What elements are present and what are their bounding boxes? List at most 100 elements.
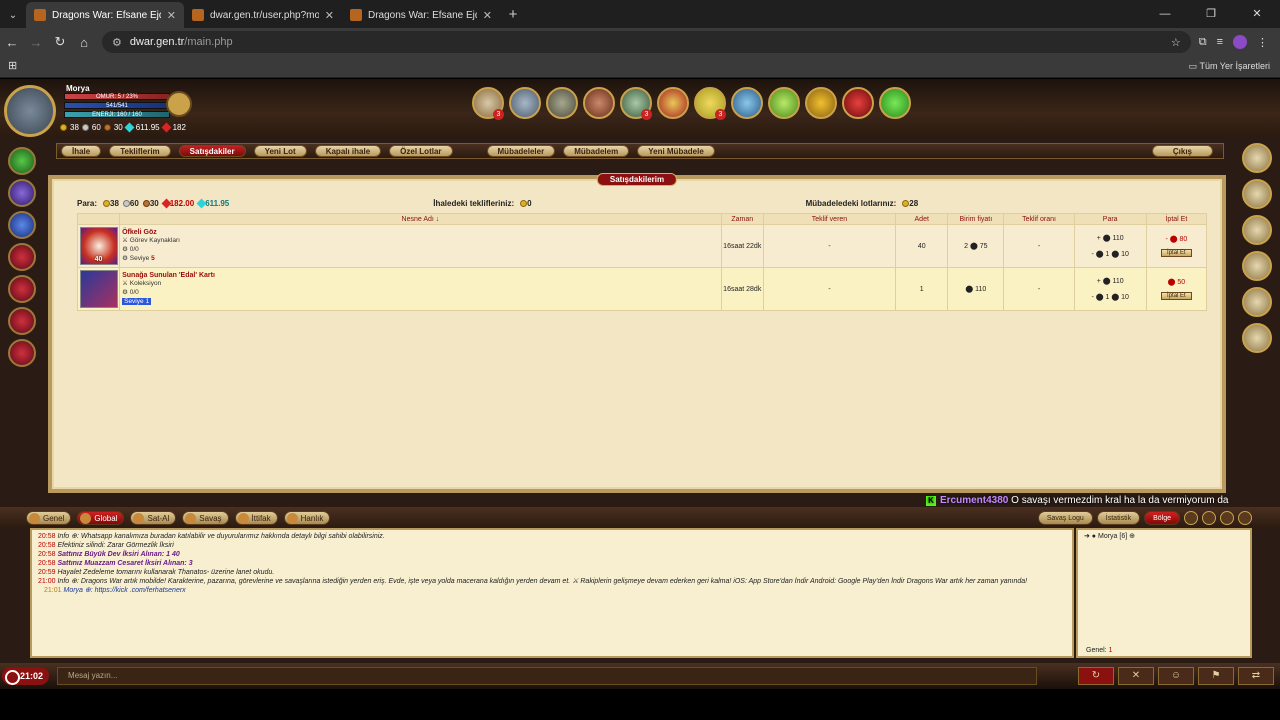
chat-tab-global[interactable]: Global xyxy=(77,511,125,525)
chat-time: 21:00 xyxy=(38,578,56,585)
castle-icon[interactable] xyxy=(509,87,541,119)
chat-tab-genel[interactable]: Genel xyxy=(26,511,72,525)
smile-icon[interactable] xyxy=(1202,511,1216,525)
warrior-icon[interactable]: 3 xyxy=(620,87,652,120)
help-icon[interactable] xyxy=(879,87,911,119)
apps-grid-icon[interactable]: ⊞ xyxy=(8,59,17,72)
side-menu-icon[interactable] xyxy=(1242,287,1272,317)
group-icon[interactable]: ⚑ xyxy=(1198,667,1234,685)
scroll-icon[interactable]: 3 xyxy=(472,87,504,120)
tab-mubadeleler[interactable]: Mübadeleler xyxy=(486,145,556,157)
tab-search-icon[interactable]: ⌄ xyxy=(0,2,26,28)
item-name[interactable]: Sunağa Sunulan 'Edal' Kartı xyxy=(122,272,721,279)
bookmark-star-icon[interactable]: ☆ xyxy=(1171,36,1181,49)
market-icon[interactable] xyxy=(731,87,763,119)
tab-tekliflerim[interactable]: Tekliflerim xyxy=(109,145,171,157)
dragon-favicon-icon xyxy=(192,9,204,21)
potion-slot-icon[interactable] xyxy=(8,179,36,207)
tab-mubadelem[interactable]: Mübadelem xyxy=(563,145,630,157)
side-menu-icon[interactable] xyxy=(1242,251,1272,281)
column-header: Teklif veren xyxy=(762,213,897,225)
tab-kapali-ihale[interactable]: Kapalı ihale xyxy=(314,145,382,157)
region-button[interactable]: Bölge xyxy=(1144,511,1180,525)
menu-icon[interactable]: ⋮ xyxy=(1257,36,1268,49)
back-icon[interactable]: ← xyxy=(0,35,24,50)
chat-message-input[interactable]: Mesaj yazın... xyxy=(57,667,1038,685)
settings-icon[interactable] xyxy=(1220,511,1234,525)
money-cell: + ⬤ 110 - ⬤ 1 ⬤ 10 xyxy=(1073,224,1147,268)
chat-time: 20:59 xyxy=(38,569,56,576)
player-avatar[interactable] xyxy=(4,85,56,137)
clan-icon[interactable] xyxy=(842,87,874,119)
chat-time: 20:58 xyxy=(38,533,56,540)
treasure-icon[interactable]: 3 xyxy=(694,87,726,120)
profile-avatar[interactable] xyxy=(1233,35,1247,49)
browser-tab-2[interactable]: dwar.gen.tr/user.php?mode=p ✕ xyxy=(184,2,342,28)
chat-text: Sattınız Büyük Dev İksiri Alınan: 1 40 xyxy=(57,551,180,558)
close-icon[interactable]: ✕ xyxy=(483,9,492,22)
statistics-button[interactable]: İstatistik xyxy=(1096,511,1141,525)
tab-ihale[interactable]: İhale xyxy=(61,145,102,157)
pause-icon[interactable] xyxy=(1184,511,1198,525)
potion-slot-icon[interactable] xyxy=(8,211,36,239)
url-field[interactable]: ⚙ dwar.gen.tr/main.php ☆ xyxy=(102,31,1191,53)
chat-tab-savas[interactable]: Savaş xyxy=(182,511,229,525)
potion-slot-icon[interactable] xyxy=(8,307,36,335)
tab-yeni-lot[interactable]: Yeni Lot xyxy=(253,145,307,157)
exit-button[interactable]: Çıkış xyxy=(1151,145,1213,157)
tab-ozel-lotlar[interactable]: Özel Lotlar xyxy=(389,145,453,157)
battle-log-button[interactable]: Savaş Logu xyxy=(1037,511,1093,525)
chat-tab-hanlik[interactable]: Hanlık xyxy=(283,511,331,525)
battle-icon[interactable] xyxy=(657,87,689,119)
item-name[interactable]: Öfkeli Göz xyxy=(122,229,721,236)
item-level-label: Seviye xyxy=(129,255,150,262)
knight-icon[interactable] xyxy=(546,87,578,119)
side-menu-icon[interactable] xyxy=(1242,215,1272,245)
browser-tab-3[interactable]: Dragons War: Efsane Ejderhalar ✕ xyxy=(342,2,500,28)
refresh-icon[interactable]: ↻ xyxy=(1078,667,1114,685)
new-tab-icon[interactable]: + xyxy=(500,2,526,28)
home-icon[interactable]: ⌂ xyxy=(72,35,96,50)
game-area: Morya OMUR: 5 / 23% 541/541 ENERJI: 160 … xyxy=(0,79,1280,720)
item-thumbnail[interactable]: 40 xyxy=(79,227,118,265)
potion-slot-icon[interactable] xyxy=(8,147,36,175)
forward-icon[interactable]: → xyxy=(24,35,48,50)
item-thumbnail[interactable] xyxy=(79,270,118,308)
browser-tab-1[interactable]: Dragons War: Efsane Ejderhalar ✕ xyxy=(26,2,184,28)
level-badge-icon[interactable] xyxy=(166,91,192,117)
swap-icon[interactable]: ⇄ xyxy=(1238,667,1274,685)
side-menu-icon[interactable] xyxy=(1242,143,1272,173)
window-close-icon[interactable]: ✕ xyxy=(1234,0,1280,28)
all-bookmarks[interactable]: ▭ Tüm Yer İşaretleri xyxy=(1189,61,1270,72)
emote-icon[interactable]: ☺ xyxy=(1158,667,1194,685)
cancel-button[interactable]: İptal Et xyxy=(1161,249,1192,257)
potion-slot-icon[interactable] xyxy=(8,275,36,303)
chat-tab-ittifak[interactable]: İttifak xyxy=(234,511,278,525)
minimize-icon[interactable]: — xyxy=(1142,0,1188,28)
chat-link[interactable]: Morya ⊕: https://kick .com/ferhatsenerx xyxy=(63,587,185,594)
restore-icon[interactable]: ❐ xyxy=(1188,0,1234,28)
craft-icon[interactable] xyxy=(768,87,800,119)
potion-slot-icon[interactable] xyxy=(8,339,36,367)
side-menu-icon[interactable] xyxy=(1242,323,1272,353)
url-path: /main.php xyxy=(184,36,233,48)
chat-tab-sat-al[interactable]: Sat-Al xyxy=(130,511,177,525)
side-menu-icon[interactable] xyxy=(1242,179,1272,209)
chat-time: 21:01 xyxy=(44,587,62,594)
site-info-icon[interactable]: ⚙ xyxy=(112,36,122,49)
close-icon[interactable]: ✕ xyxy=(167,9,176,22)
gold-stack-icon[interactable] xyxy=(805,87,837,119)
beast-icon[interactable] xyxy=(583,87,615,119)
tab-satisdakiler[interactable]: Satışdakiler xyxy=(178,145,246,157)
cancel-button[interactable]: İptal Et xyxy=(1161,292,1192,300)
extensions-icon[interactable]: ⧉ xyxy=(1199,36,1207,49)
tab-yeni-mubadele[interactable]: Yeni Mübadele xyxy=(637,145,715,157)
column-header[interactable]: Nesne Adı ↓ xyxy=(119,213,722,225)
potion-slot-icon[interactable] xyxy=(8,243,36,271)
close-chat-icon[interactable] xyxy=(1238,511,1252,525)
cross-swords-icon[interactable]: ✕ xyxy=(1118,667,1154,685)
media-icon[interactable]: ≡ xyxy=(1217,36,1223,48)
close-icon[interactable]: ✕ xyxy=(325,9,334,22)
player-entry[interactable]: ➜ ● Morya [6] ⊕ xyxy=(1084,532,1244,540)
reload-icon[interactable]: ↻ xyxy=(48,34,72,50)
